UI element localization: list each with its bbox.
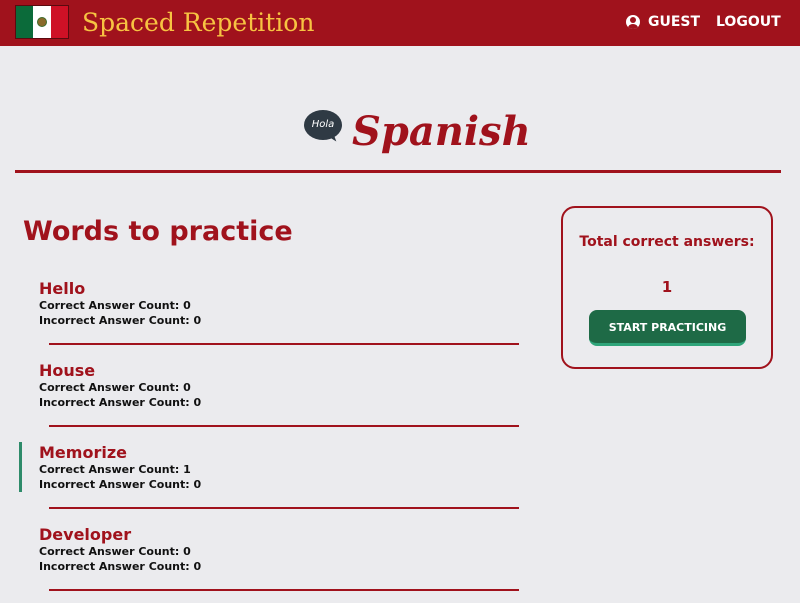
word-item-memorize[interactable]: Memorize Correct Answer Count: 1 Incorre… bbox=[0, 438, 540, 520]
start-practicing-button[interactable]: START PRACTICING bbox=[589, 310, 746, 346]
score-value: 1 bbox=[661, 278, 673, 296]
word-divider bbox=[49, 507, 519, 509]
user-name-label: GUEST bbox=[648, 14, 701, 30]
correct-count: Correct Answer Count: 1 bbox=[39, 463, 191, 476]
word-item-developer[interactable]: Developer Correct Answer Count: 0 Incorr… bbox=[0, 520, 540, 602]
app-title[interactable]: Spaced Repetition bbox=[82, 4, 314, 42]
logout-link[interactable]: LOGOUT bbox=[716, 12, 781, 32]
word-item-house[interactable]: House Correct Answer Count: 0 Incorrect … bbox=[0, 356, 540, 438]
word-name: House bbox=[39, 361, 96, 380]
word-name: Hello bbox=[39, 279, 86, 298]
score-card: Total correct answers: 1 START PRACTICIN… bbox=[561, 206, 773, 369]
word-list: Hello Correct Answer Count: 0 Incorrect … bbox=[0, 274, 540, 602]
incorrect-count: Incorrect Answer Count: 0 bbox=[39, 478, 202, 491]
score-label: Total correct answers: bbox=[579, 234, 755, 250]
word-divider bbox=[49, 425, 519, 427]
top-nav-bar: Spaced Repetition GUEST LOGOUT bbox=[0, 0, 800, 46]
words-section-title: Words to practice bbox=[23, 216, 293, 247]
correct-count: Correct Answer Count: 0 bbox=[39, 381, 191, 394]
incorrect-count: Incorrect Answer Count: 0 bbox=[39, 560, 202, 573]
user-circle-icon bbox=[626, 15, 640, 29]
correct-count: Correct Answer Count: 0 bbox=[39, 545, 191, 558]
incorrect-count: Incorrect Answer Count: 0 bbox=[39, 396, 202, 409]
flag-emblem-icon bbox=[36, 17, 47, 27]
language-name: Spanish bbox=[352, 108, 531, 155]
word-divider bbox=[49, 589, 519, 591]
word-name: Developer bbox=[39, 525, 132, 544]
word-divider bbox=[49, 343, 519, 345]
word-name: Memorize bbox=[39, 443, 127, 462]
speech-bubble-icon: Hola bbox=[304, 110, 342, 140]
active-marker bbox=[19, 442, 22, 492]
incorrect-count: Incorrect Answer Count: 0 bbox=[39, 314, 202, 327]
mexico-flag-icon[interactable] bbox=[15, 5, 69, 39]
header-divider bbox=[15, 170, 781, 173]
language-logo: Hola Spanish bbox=[300, 100, 531, 170]
flag-red-band bbox=[50, 6, 68, 38]
word-item-hello[interactable]: Hello Correct Answer Count: 0 Incorrect … bbox=[0, 274, 540, 356]
user-indicator: GUEST bbox=[626, 12, 700, 32]
flag-white-band bbox=[33, 6, 51, 38]
correct-count: Correct Answer Count: 0 bbox=[39, 299, 191, 312]
flag-green-band bbox=[16, 6, 34, 38]
